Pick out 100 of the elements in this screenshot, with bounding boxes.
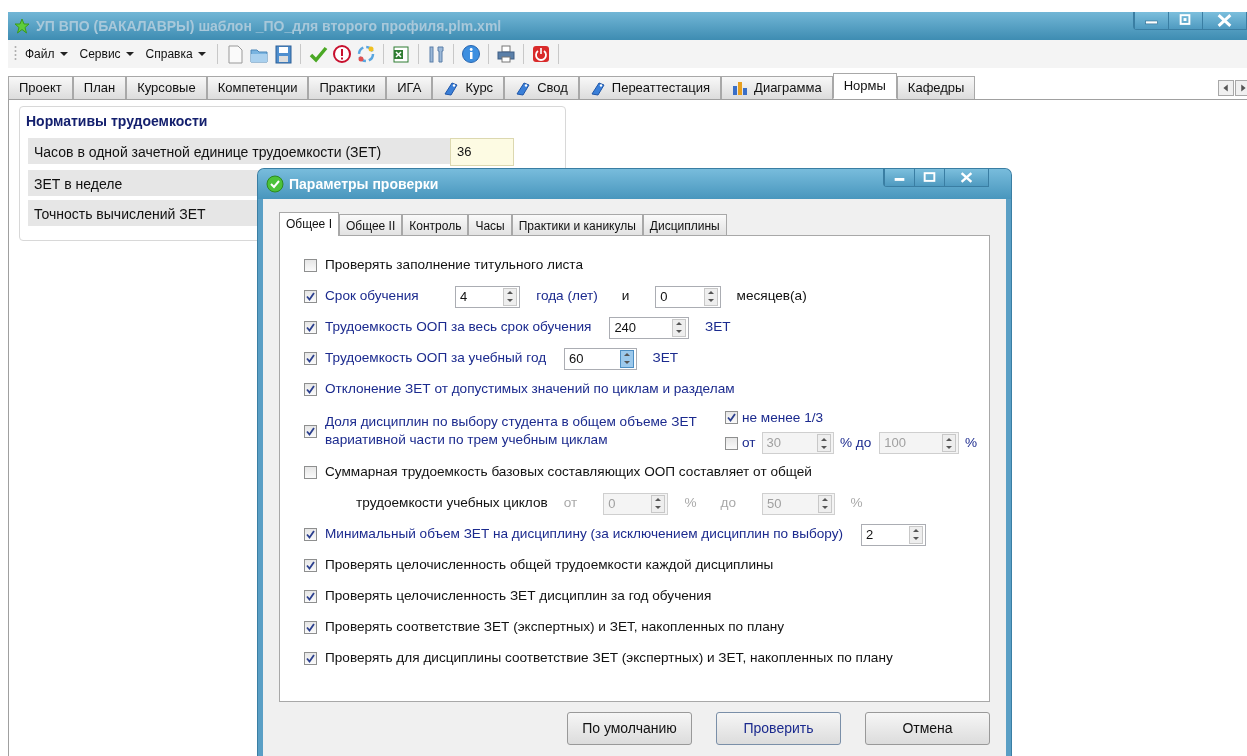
checkbox[interactable]: [304, 466, 317, 479]
tab[interactable]: Нормы: [832, 73, 897, 99]
checkbox[interactable]: [725, 436, 738, 450]
checkmark-icon: [306, 292, 315, 301]
spin-field[interactable]: 4: [455, 285, 521, 308]
caret-icon: [125, 52, 134, 56]
option-label: не менее 1/3: [742, 408, 824, 427]
tab-label: ИГА: [397, 79, 422, 98]
caret-icon: [197, 52, 206, 56]
checkmark-icon: [306, 530, 315, 539]
save-icon[interactable]: [272, 44, 293, 64]
checkbox[interactable]: [304, 528, 317, 541]
option-label: от: [742, 434, 756, 452]
tab[interactable]: Дисциплины: [642, 214, 727, 235]
option-label: Проверять соответствие ЗЕТ (экспертных) и ЗЕТ, накопленных по плану: [325, 618, 785, 637]
option-label: Доля дисциплин по выбору студента в общем объеме ЗЕТ вариативной части по трем учебным циклам: [325, 412, 697, 449]
checkbox[interactable]: [304, 383, 317, 396]
checkbox[interactable]: [304, 290, 317, 303]
refresh-icon[interactable]: [355, 44, 376, 64]
dialog-button[interactable]: По умолчанию: [567, 712, 692, 745]
tag-icon: [515, 80, 532, 96]
tab[interactable]: План: [72, 76, 127, 99]
option-label: Трудоемкость ООП за весь срок обучения: [325, 318, 592, 337]
field-label: и: [621, 287, 630, 306]
option-label: Проверять заполнение титульного листа: [325, 256, 583, 275]
dialog-button[interactable]: Проверить: [716, 712, 841, 745]
close-button[interactable]: [944, 169, 988, 186]
window-title: УП ВПО (БАКАЛАВРЫ) шаблон _ПО_для второго профиля.plm.xml: [36, 16, 502, 36]
tab[interactable]: Компетенции: [206, 76, 309, 99]
menu-label: Справка: [145, 46, 193, 63]
tab[interactable]: Кафедры: [896, 76, 976, 99]
checkbox[interactable]: [304, 621, 317, 634]
tab-label: Компетенции: [217, 79, 298, 98]
tab-label: Проект: [19, 79, 62, 98]
menu-item[interactable]: Сервис: [75, 45, 138, 63]
tab[interactable]: Свод: [504, 76, 579, 99]
tag-icon: [589, 80, 606, 96]
spin-field[interactable]: 240: [609, 316, 690, 339]
spin-field[interactable]: 2: [861, 523, 927, 546]
dialog-title: Параметры проверки: [289, 174, 439, 194]
tab[interactable]: Проект: [8, 76, 73, 99]
checkbox[interactable]: [304, 259, 317, 272]
checkbox[interactable]: [304, 424, 317, 438]
close-button[interactable]: [1202, 12, 1246, 29]
option-label: Минимальный объем ЗЕТ на дисциплину (за исключением дисциплин по выбору): [325, 525, 843, 544]
printer-icon[interactable]: [495, 44, 516, 64]
option-label: Трудоемкость ООП за учебный год: [325, 349, 547, 368]
spreadsheet-icon[interactable]: [390, 44, 411, 64]
maximize-button[interactable]: [914, 169, 944, 186]
tab-label: Переаттестация: [611, 79, 711, 98]
tab[interactable]: ИГА: [386, 76, 433, 99]
tab-label: Курс: [465, 79, 494, 98]
checkbox[interactable]: [304, 321, 317, 334]
tab[interactable]: Переаттестация: [578, 76, 722, 99]
tab[interactable]: Курс: [432, 76, 505, 99]
star-icon: [14, 18, 30, 34]
tab[interactable]: Практики: [308, 76, 387, 99]
restore-button[interactable]: [1168, 12, 1202, 29]
field-label: %: [965, 434, 978, 452]
grip-icon: [14, 45, 17, 63]
info-icon[interactable]: [460, 44, 481, 64]
tab[interactable]: Диаграмма: [721, 76, 833, 99]
field-label: %: [850, 494, 863, 513]
field-label: % до: [839, 434, 872, 452]
bar-chart-icon: [732, 80, 749, 96]
tab[interactable]: Практики и каникулы: [511, 214, 643, 235]
tab[interactable]: Курсовые: [126, 76, 207, 99]
field-label: %: [684, 494, 697, 513]
menu-label: Файл: [25, 46, 55, 63]
checkbox[interactable]: [304, 652, 317, 665]
checkbox[interactable]: [725, 411, 738, 425]
tab[interactable]: Общее II: [338, 214, 403, 235]
spin-field[interactable]: 0: [655, 285, 721, 308]
power-icon[interactable]: [530, 44, 551, 64]
menu-item[interactable]: Справка: [141, 45, 210, 63]
check-icon: [266, 175, 284, 193]
tab-label: Практики: [319, 79, 376, 98]
spin-field[interactable]: 60: [564, 347, 637, 370]
tab-label: Курсовые: [137, 79, 196, 98]
option-label: Проверять для дисциплины соответствие ЗЕТ (экспертных) и ЗЕТ, накопленных по плану: [325, 649, 893, 668]
minimize-button[interactable]: [1134, 12, 1168, 29]
option-label: Суммарная трудоемкость базовых составляющих ООП составляет от общей: [325, 463, 812, 482]
tab[interactable]: Часы: [468, 214, 512, 235]
tab[interactable]: Контроль: [402, 214, 469, 235]
option-label: Проверять целочисленность общей трудоемкости каждой дисциплины: [325, 556, 774, 575]
tab[interactable]: Общее I: [279, 212, 339, 236]
scroll-left-button[interactable]: [1218, 79, 1234, 96]
option-label: Отклонение ЗЕТ от допустимых значений по циклам и разделам: [325, 380, 735, 399]
menu-item[interactable]: Файл: [21, 45, 72, 63]
check-icon[interactable]: [307, 44, 328, 64]
value-field[interactable]: 36: [450, 138, 514, 166]
checkbox[interactable]: [304, 559, 317, 572]
scroll-right-button[interactable]: [1235, 79, 1247, 96]
minimize-button[interactable]: [884, 169, 914, 186]
caret-icon: [59, 52, 68, 56]
checkbox[interactable]: [304, 352, 317, 365]
field-label: до: [720, 494, 737, 513]
checkbox[interactable]: [304, 590, 317, 603]
dialog-button[interactable]: Отмена: [865, 712, 990, 745]
alert-icon[interactable]: [331, 44, 352, 64]
